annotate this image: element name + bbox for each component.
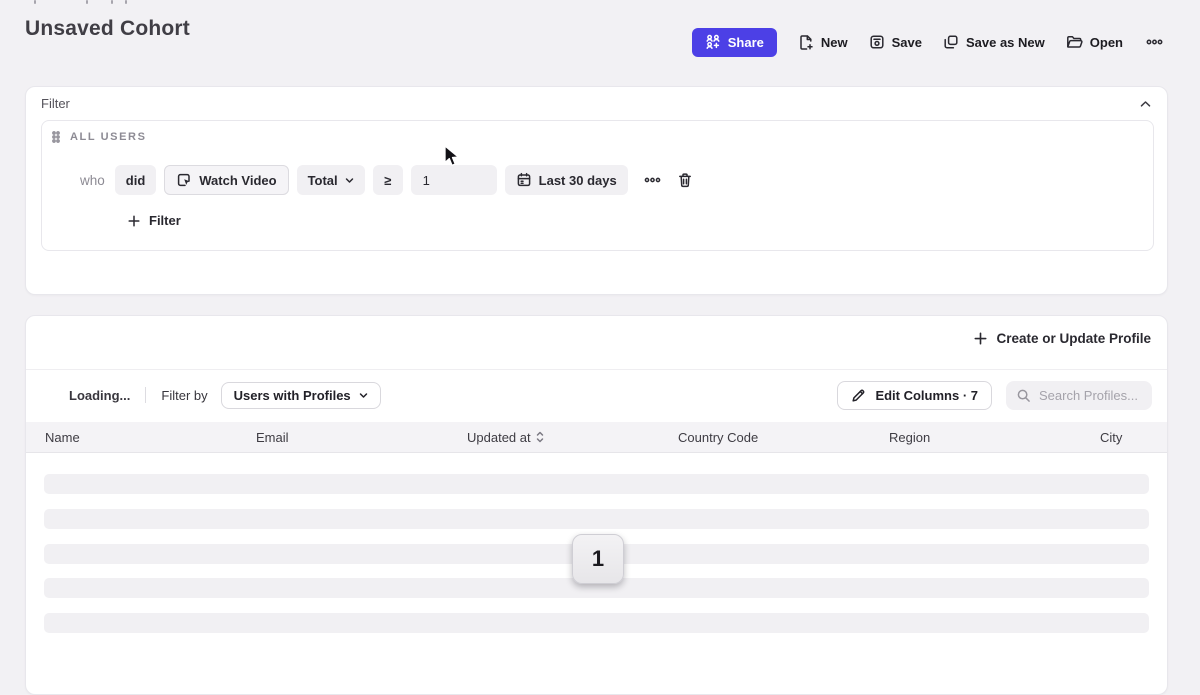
create-profile-button[interactable]: Create or Update Profile <box>974 331 1151 346</box>
who-label: who <box>80 173 105 188</box>
breadcrumb-remnant <box>34 0 36 4</box>
breadcrumb-remnant <box>111 0 113 4</box>
event-chip-label: Watch Video <box>199 173 276 188</box>
filter-by-label: Filter by <box>161 388 207 403</box>
create-profile-container: Create or Update Profile <box>974 331 1151 346</box>
plus-icon <box>974 332 987 345</box>
did-chip-label: did <box>126 173 146 188</box>
did-chip[interactable]: did <box>115 165 157 195</box>
delete-filter-button[interactable] <box>675 170 695 191</box>
profiles-toolbar: Loading... Filter by Users with Profiles… <box>69 380 1152 410</box>
toolbar-right-group: Edit Columns · 7 <box>837 381 1152 410</box>
filter-group-header: ALL USERS <box>52 131 147 143</box>
pencil-icon <box>851 388 866 403</box>
copy-icon <box>943 34 959 50</box>
loading-status: Loading... <box>69 388 130 403</box>
add-filter-label: Filter <box>149 213 181 228</box>
panel-divider <box>26 369 1167 370</box>
edit-columns-label: Edit Columns · 7 <box>875 388 978 403</box>
plus-icon <box>128 215 140 227</box>
folder-icon <box>1066 34 1083 50</box>
keypress-badge-label: 1 <box>592 546 604 572</box>
operator-chip[interactable]: ≥ <box>373 165 403 195</box>
drag-handle-icon[interactable] <box>52 131 60 143</box>
column-header-updated-at[interactable]: Updated at <box>467 430 678 445</box>
profile-type-dropdown[interactable]: Users with Profiles <box>221 382 381 409</box>
share-users-icon <box>705 34 721 50</box>
column-header-label: City <box>1100 430 1122 445</box>
operator-chip-label: ≥ <box>384 173 391 188</box>
column-header-country-code[interactable]: Country Code <box>678 430 889 445</box>
table-header-row: Name Email Updated at Country Code Regio… <box>26 422 1167 453</box>
filter-condition-row: who did Watch Video Total <box>80 165 695 195</box>
table-row-skeleton <box>44 474 1149 494</box>
column-header-city[interactable]: City <box>1100 430 1122 445</box>
add-filter-button[interactable]: Filter <box>128 213 181 228</box>
more-actions-button[interactable] <box>1144 36 1165 48</box>
save-icon <box>869 34 885 50</box>
column-header-region[interactable]: Region <box>889 430 1100 445</box>
chevron-up-icon <box>1140 100 1151 108</box>
new-button-label: New <box>821 35 848 50</box>
table-row-skeleton <box>44 509 1149 529</box>
column-header-name[interactable]: Name <box>45 430 256 445</box>
save-button[interactable]: Save <box>869 34 922 50</box>
clipped-breadcrumb <box>0 0 300 5</box>
breadcrumb-remnant <box>125 0 127 4</box>
date-range-chip-label: Last 30 days <box>539 173 617 188</box>
share-button[interactable]: Share <box>692 28 777 57</box>
filter-panel: Filter ALL USERS who did <box>25 86 1168 295</box>
group-header-label: ALL USERS <box>70 131 147 143</box>
column-header-label: Country Code <box>678 430 758 445</box>
event-click-icon <box>176 172 192 188</box>
column-header-label: Name <box>45 430 80 445</box>
open-button-label: Open <box>1090 35 1123 50</box>
sort-icon <box>536 431 544 443</box>
cohort-builder-page: { "header": { "title": "Unsaved Cohort",… <box>0 0 1200 657</box>
chevron-down-icon <box>345 177 354 184</box>
trash-icon <box>677 172 693 189</box>
aggregation-chip[interactable]: Total <box>297 165 365 195</box>
table-row-skeleton <box>44 613 1149 633</box>
search-profiles-box <box>1006 381 1152 410</box>
keypress-badge: 1 <box>572 534 624 584</box>
column-header-label: Updated at <box>467 430 531 445</box>
save-button-label: Save <box>892 35 922 50</box>
header-action-bar: Share New Save Save as New <box>692 27 1165 57</box>
new-file-icon <box>798 34 814 51</box>
save-as-new-button-label: Save as New <box>966 35 1045 50</box>
profiles-panel: Create or Update Profile Loading... Filt… <box>25 315 1168 695</box>
filter-row-more-button[interactable] <box>642 174 663 186</box>
column-header-label: Email <box>256 430 289 445</box>
profile-type-dropdown-value: Users with Profiles <box>234 388 351 403</box>
search-icon <box>1016 388 1031 403</box>
aggregation-chip-label: Total <box>308 173 338 188</box>
date-range-chip[interactable]: Last 30 days <box>505 165 628 195</box>
value-input[interactable] <box>411 165 497 195</box>
column-header-label: Region <box>889 430 930 445</box>
new-button[interactable]: New <box>798 34 848 51</box>
toolbar-divider <box>145 387 146 403</box>
add-filter-container: Filter <box>128 213 181 228</box>
ellipsis-icon <box>644 176 661 184</box>
edit-columns-button[interactable]: Edit Columns · 7 <box>837 381 992 410</box>
ellipsis-icon <box>1146 38 1163 46</box>
collapse-filter-button[interactable] <box>1135 95 1155 113</box>
open-button[interactable]: Open <box>1066 34 1123 50</box>
filter-panel-label: Filter <box>41 96 70 111</box>
calendar-icon <box>516 172 532 188</box>
page-title: Unsaved Cohort <box>25 17 190 41</box>
chevron-down-icon <box>359 392 368 399</box>
save-as-new-button[interactable]: Save as New <box>943 34 1045 50</box>
share-button-label: Share <box>728 35 764 50</box>
event-chip[interactable]: Watch Video <box>164 165 288 195</box>
search-profiles-input[interactable] <box>1039 388 1142 403</box>
create-profile-label: Create or Update Profile <box>996 331 1151 346</box>
column-header-email[interactable]: Email <box>256 430 467 445</box>
breadcrumb-remnant <box>86 0 88 4</box>
filter-group-card: ALL USERS who did Watch Video Total <box>41 120 1154 251</box>
